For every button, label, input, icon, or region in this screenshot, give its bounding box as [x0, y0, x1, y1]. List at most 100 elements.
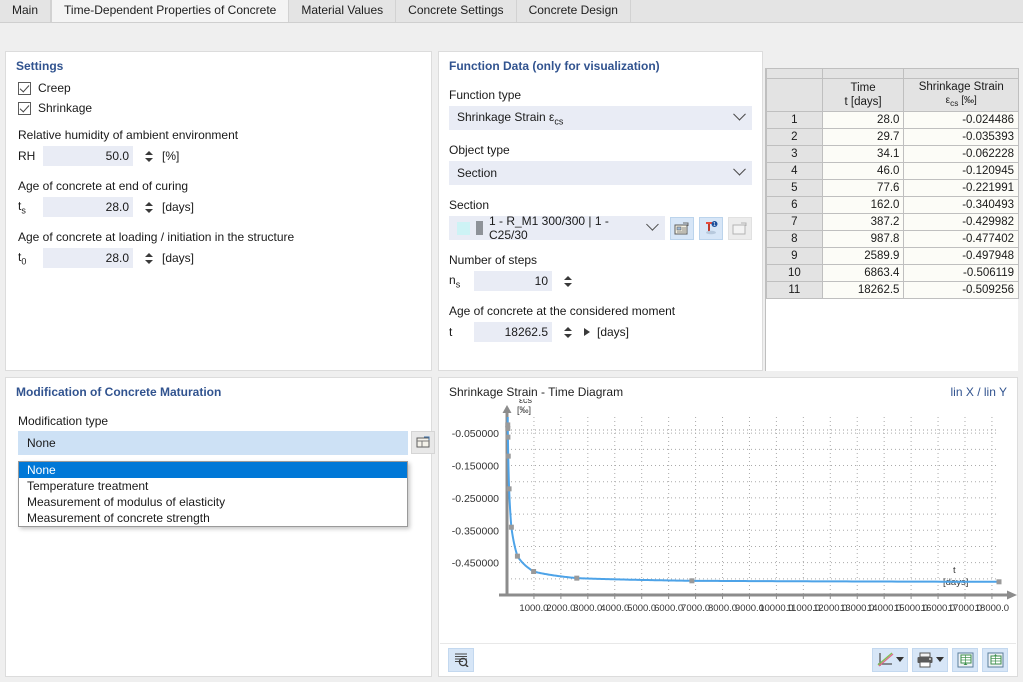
chart-series-line[interactable]	[506, 417, 1000, 583]
modification-type-dropdown-list[interactable]: None Temperature treatment Measurement o…	[18, 461, 408, 527]
chart-data-point[interactable]	[514, 553, 520, 559]
chevron-down-icon[interactable]	[646, 217, 659, 230]
table-cell-strain[interactable]: -0.497948	[903, 247, 1019, 265]
table-cell-strain[interactable]: -0.340493	[903, 196, 1019, 214]
table-cell-strain[interactable]: -0.120945	[903, 162, 1019, 180]
function-type-combobox[interactable]: Shrinkage Strain εcs	[449, 106, 752, 130]
chart-data-point[interactable]	[531, 569, 537, 574]
number-of-steps-stepper[interactable]	[561, 271, 574, 291]
tab-concrete-design[interactable]: Concrete Design	[516, 0, 631, 22]
table-row[interactable]: 7 387.2 -0.429982	[766, 213, 1019, 231]
dropdown-option-none[interactable]: None	[19, 462, 407, 478]
import-from-table-button[interactable]	[982, 647, 1008, 672]
table-cell-strain[interactable]: -0.221991	[903, 179, 1019, 197]
shrinkage-checkbox[interactable]	[18, 101, 31, 115]
results-table-container[interactable]: Time t [days] Shrinkage Strain εcs [‰] 1…	[765, 68, 1019, 371]
table-cell-time[interactable]: 29.7	[821, 128, 905, 146]
rh-stepper-down-icon[interactable]	[144, 157, 153, 162]
chart-data-point[interactable]	[996, 579, 1002, 585]
table-cell-strain[interactable]: -0.509256	[903, 281, 1019, 299]
table-cell-time[interactable]: 46.0	[821, 162, 905, 180]
chevron-down-icon[interactable]	[733, 107, 746, 121]
t-stepper-up-icon[interactable]	[563, 326, 572, 331]
chart-data-point[interactable]	[574, 575, 580, 581]
dropdown-option-measurement-concrete-strength[interactable]: Measurement of concrete strength	[19, 510, 407, 526]
rh-stepper[interactable]	[142, 146, 155, 166]
table-row[interactable]: 6 162.0 -0.340493	[766, 196, 1019, 214]
t0-stepper-down-icon[interactable]	[144, 259, 153, 264]
table-cell-time[interactable]: 162.0	[821, 196, 905, 214]
chevron-down-icon[interactable]	[733, 162, 746, 176]
ns-stepper-up-icon[interactable]	[563, 275, 572, 280]
object-type-combobox[interactable]: Section	[449, 161, 752, 185]
table-row[interactable]: 1 28.0 -0.024486	[766, 111, 1019, 129]
table-cell-time[interactable]: 387.2	[821, 213, 905, 231]
tab-material-values[interactable]: Material Values	[289, 0, 397, 22]
ns-stepper-down-icon[interactable]	[563, 282, 572, 287]
table-cell-time[interactable]: 34.1	[821, 145, 905, 163]
table-cell-time[interactable]: 2589.9	[821, 247, 905, 265]
tab-time-dependent-properties-of-concrete[interactable]: Time-Dependent Properties of Concrete	[51, 0, 290, 22]
section-edit-button[interactable]	[670, 216, 694, 240]
rh-stepper-up-icon[interactable]	[144, 150, 153, 155]
table-row[interactable]: 5 77.6 -0.221991	[766, 179, 1019, 197]
table-cell-strain[interactable]: -0.062228	[903, 145, 1019, 163]
play-forward-icon[interactable]	[584, 328, 590, 336]
table-row[interactable]: 3 34.1 -0.062228	[766, 145, 1019, 163]
chart-data-point[interactable]	[505, 453, 511, 459]
curve-style-caret-icon[interactable]	[895, 657, 904, 662]
t-stepper-down-icon[interactable]	[563, 333, 572, 338]
chart-plot-area[interactable]: -0.450000 -0.350000 -0.250000 -0.150000 -0.0…	[439, 395, 1017, 637]
table-cell-strain[interactable]: -0.477402	[903, 230, 1019, 248]
table-cell-time[interactable]: 77.6	[821, 179, 905, 197]
ts-stepper-up-icon[interactable]	[144, 201, 153, 206]
rh-input[interactable]: 50.0	[43, 146, 133, 166]
table-cell-strain[interactable]: -0.035393	[903, 128, 1019, 146]
modification-type-selected-value-row[interactable]: None	[18, 431, 408, 455]
considered-moment-stepper[interactable]	[561, 322, 574, 342]
table-row[interactable]: 2 29.7 -0.035393	[766, 128, 1019, 146]
export-to-table-button[interactable]	[952, 647, 978, 672]
section-info-button[interactable]: 1	[699, 216, 723, 240]
modification-type-combobox[interactable]: None	[18, 431, 408, 455]
dropdown-option-measurement-modulus-elasticity[interactable]: Measurement of modulus of elasticity	[19, 494, 407, 510]
chart-data-point[interactable]	[506, 486, 512, 492]
dropdown-option-temperature-treatment[interactable]: Temperature treatment	[19, 478, 407, 494]
tab-main[interactable]: Main	[0, 0, 52, 22]
ts-input[interactable]: 28.0	[43, 197, 133, 217]
chart-data-point[interactable]	[508, 524, 514, 530]
t0-stepper-up-icon[interactable]	[144, 252, 153, 257]
number-of-steps-input[interactable]: 10	[474, 271, 552, 291]
t0-stepper[interactable]	[142, 248, 155, 268]
table-cell-time[interactable]: 18262.5	[821, 281, 905, 299]
chart-data-point[interactable]	[505, 434, 511, 440]
ts-stepper-down-icon[interactable]	[144, 208, 153, 213]
table-row[interactable]: 8 987.8 -0.477402	[766, 230, 1019, 248]
table-cell-strain[interactable]: -0.429982	[903, 213, 1019, 231]
curve-style-button[interactable]	[872, 647, 908, 672]
creep-checkbox-row[interactable]: Creep	[18, 81, 419, 95]
section-new-button[interactable]	[728, 216, 752, 240]
table-cell-time[interactable]: 987.8	[821, 230, 905, 248]
considered-moment-input[interactable]: 18262.5	[474, 322, 552, 342]
chart-data-point[interactable]	[689, 578, 695, 584]
tab-concrete-settings[interactable]: Concrete Settings	[396, 0, 517, 22]
chart-scale-mode[interactable]: lin X / lin Y	[951, 385, 1007, 399]
section-combobox[interactable]: 1 - R_M1 300/300 | 1 - C25/30	[449, 214, 665, 242]
table-row[interactable]: 11 18262.5 -0.509256	[766, 281, 1019, 299]
results-table-toggle-button[interactable]	[448, 647, 474, 672]
table-cell-strain[interactable]: -0.506119	[903, 264, 1019, 282]
chart-data-point[interactable]	[505, 425, 511, 431]
modification-type-edit-button[interactable]	[411, 431, 435, 454]
ts-stepper[interactable]	[142, 197, 155, 217]
table-row[interactable]: 10 6863.4 -0.506119	[766, 264, 1019, 282]
creep-checkbox[interactable]	[18, 81, 31, 95]
edit-table-icon[interactable]	[411, 431, 435, 454]
table-cell-time[interactable]: 6863.4	[821, 264, 905, 282]
shrinkage-checkbox-row[interactable]: Shrinkage	[18, 101, 419, 115]
table-row[interactable]: 4 46.0 -0.120945	[766, 162, 1019, 180]
table-cell-strain[interactable]: -0.024486	[903, 111, 1019, 129]
print-caret-icon[interactable]	[936, 657, 944, 662]
table-cell-time[interactable]: 28.0	[821, 111, 905, 129]
print-button[interactable]	[912, 647, 948, 672]
